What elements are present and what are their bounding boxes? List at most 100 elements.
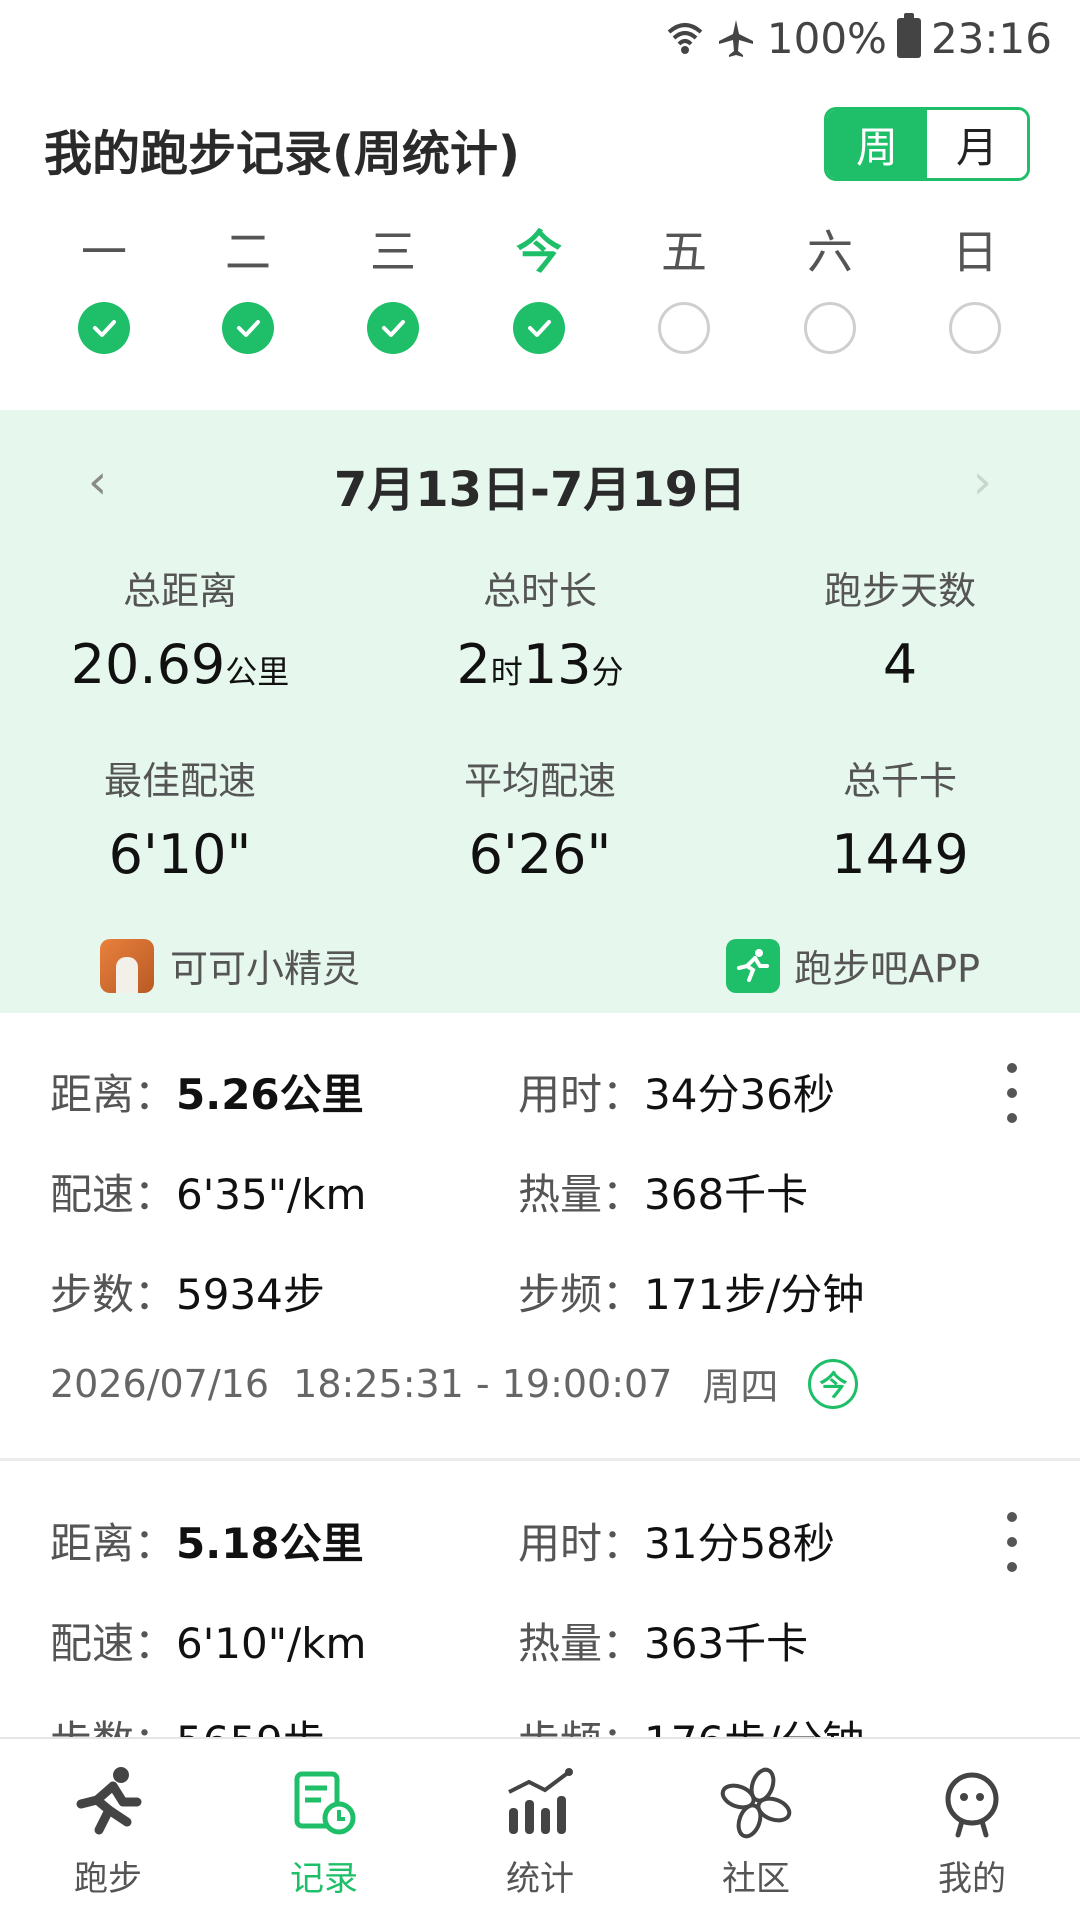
distance-label: 距离： bbox=[50, 1070, 177, 1119]
day-label: 五 bbox=[661, 225, 707, 279]
header: 我的跑步记录(周统计) 周 月 bbox=[0, 100, 1080, 192]
kcal-label: 热量： bbox=[518, 1619, 645, 1668]
stat-label: 总距离 bbox=[122, 569, 237, 613]
more-options-button[interactable] bbox=[1004, 1063, 1020, 1123]
pace-label: 配速： bbox=[50, 1619, 177, 1668]
tab-label: 跑步 bbox=[74, 1859, 142, 1899]
stat-label: 总千卡 bbox=[842, 759, 957, 803]
tab-label: 记录 bbox=[290, 1859, 358, 1899]
stat-value: 20.69 bbox=[70, 633, 226, 696]
steps-label: 步数： bbox=[50, 1270, 177, 1319]
avatar bbox=[100, 938, 154, 993]
stat-label: 平均配速 bbox=[463, 759, 616, 803]
day-label: 一 bbox=[81, 225, 127, 279]
record-icon bbox=[284, 1763, 364, 1843]
stat-run-days: 跑步天数 4 bbox=[720, 560, 1080, 696]
tab-community[interactable]: 社区 bbox=[648, 1739, 864, 1920]
week-month-toggle[interactable]: 周 月 bbox=[824, 107, 1030, 181]
cadence-label: 步频： bbox=[518, 1270, 645, 1319]
day-2[interactable]: 二 bbox=[175, 220, 321, 354]
check-icon bbox=[222, 302, 274, 354]
kcal-value: 368千卡 bbox=[644, 1170, 809, 1219]
chart-icon bbox=[500, 1763, 580, 1843]
page-title: 我的跑步记录(周统计) bbox=[44, 126, 520, 182]
cadence-value: 176步/分钟 bbox=[644, 1717, 864, 1737]
week-progress: 一二三今五六日 bbox=[0, 220, 1080, 380]
bottom-nav: 跑步 记录 统计 社区 我的 bbox=[0, 1737, 1080, 1920]
kcal-value: 363千卡 bbox=[644, 1619, 809, 1668]
stat-best-pace: 最佳配速 6'10" bbox=[0, 750, 360, 886]
empty-circle-icon bbox=[804, 302, 856, 354]
stat-unit-hours: 时 bbox=[490, 653, 523, 691]
battery-icon bbox=[896, 13, 921, 58]
author[interactable]: 可可小精灵 bbox=[100, 938, 360, 993]
pace-label: 配速： bbox=[50, 1170, 177, 1219]
tab-run[interactable]: 跑步 bbox=[0, 1739, 216, 1920]
time-label: 用时： bbox=[518, 1070, 645, 1119]
day-1[interactable]: 一 bbox=[31, 220, 177, 354]
stat-label: 总时长 bbox=[482, 569, 597, 613]
kcal-label: 热量： bbox=[518, 1170, 645, 1219]
day-6[interactable]: 六 bbox=[757, 220, 903, 354]
next-week-button[interactable]: › bbox=[973, 454, 992, 510]
day-label: 二 bbox=[225, 225, 271, 279]
clock: 23:16 bbox=[930, 13, 1052, 63]
pace-value: 6'35"/km bbox=[176, 1170, 367, 1219]
empty-circle-icon bbox=[949, 302, 1001, 354]
tab-label: 我的 bbox=[938, 1859, 1006, 1899]
stat-value: 4 bbox=[882, 633, 918, 696]
tab-profile[interactable]: 我的 bbox=[864, 1739, 1080, 1920]
empty-circle-icon bbox=[658, 302, 710, 354]
cadence-value: 171步/分钟 bbox=[644, 1270, 865, 1319]
day-label: 六 bbox=[807, 225, 853, 279]
stat-unit: 公里 bbox=[225, 653, 290, 691]
stat-total-kcal: 总千卡 1449 bbox=[720, 750, 1080, 886]
wifi-icon bbox=[667, 23, 703, 54]
summary-footer: 可可小精灵 跑步吧APP bbox=[0, 938, 1080, 998]
run-record[interactable]: 距离：5.26公里 用时：34分36秒 配速：6'35"/km 热量：368千卡… bbox=[0, 1013, 1080, 1458]
day-label: 日 bbox=[952, 225, 998, 279]
steps-value: 5934步 bbox=[176, 1270, 325, 1319]
steps-label: 步数： bbox=[50, 1717, 176, 1737]
stat-unit-minutes: 分 bbox=[591, 653, 624, 691]
toggle-month[interactable]: 月 bbox=[927, 110, 1027, 178]
day-4[interactable]: 今 bbox=[466, 220, 612, 354]
stat-avg-pace: 平均配速 6'26" bbox=[360, 750, 720, 886]
run-record[interactable]: 距离：5.18公里 用时：31分58秒 配速：6'10"/km 热量：363千卡… bbox=[0, 1460, 1080, 1737]
day-3[interactable]: 三 bbox=[320, 220, 466, 354]
distance-label: 距离： bbox=[50, 1519, 177, 1568]
more-options-button[interactable] bbox=[1004, 1512, 1020, 1572]
cadence-label: 步频： bbox=[518, 1717, 644, 1737]
app-name: 跑步吧APP bbox=[794, 947, 980, 991]
app-brand: 跑步吧APP bbox=[726, 938, 980, 993]
date-range: 7月13日-7月19日 bbox=[333, 462, 747, 518]
tab-label: 社区 bbox=[722, 1859, 790, 1899]
app-logo-icon bbox=[726, 938, 781, 993]
tab-record[interactable]: 记录 bbox=[216, 1739, 432, 1920]
runner-icon bbox=[68, 1763, 148, 1843]
stat-label: 最佳配速 bbox=[103, 759, 256, 803]
check-icon bbox=[367, 302, 419, 354]
tab-label: 统计 bbox=[506, 1859, 574, 1899]
author-name: 可可小精灵 bbox=[170, 947, 361, 991]
distance-value: 5.26公里 bbox=[176, 1070, 364, 1119]
community-icon bbox=[716, 1763, 796, 1843]
record-weekday: 周四 bbox=[702, 1365, 779, 1409]
day-label: 三 bbox=[370, 225, 416, 279]
check-icon bbox=[78, 302, 130, 354]
day-label: 今 bbox=[516, 225, 562, 279]
stat-value: 6'26" bbox=[468, 823, 612, 886]
stat-total-distance: 总距离 20.69公里 bbox=[0, 560, 360, 696]
time-value: 34分36秒 bbox=[644, 1070, 835, 1119]
toggle-week[interactable]: 周 bbox=[827, 110, 927, 178]
status-bar: 100% 23:16 bbox=[0, 0, 1080, 76]
pace-value: 6'10"/km bbox=[176, 1619, 367, 1668]
record-timeline: 2026/07/16 18:25:31 - 19:00:07 周四 今 bbox=[50, 1356, 859, 1411]
tab-stats[interactable]: 统计 bbox=[432, 1739, 648, 1920]
day-7[interactable]: 日 bbox=[902, 220, 1048, 354]
stat-value: 6'10" bbox=[108, 823, 252, 886]
day-5[interactable]: 五 bbox=[611, 220, 757, 354]
week-summary: ‹ 7月13日-7月19日 › 总距离 20.69公里 总时长 2时13分 跑步… bbox=[0, 410, 1080, 1013]
stat-value: 1449 bbox=[831, 823, 969, 886]
record-datetime: 2026/07/16 18:25:31 - 19:00:07 bbox=[50, 1361, 673, 1406]
